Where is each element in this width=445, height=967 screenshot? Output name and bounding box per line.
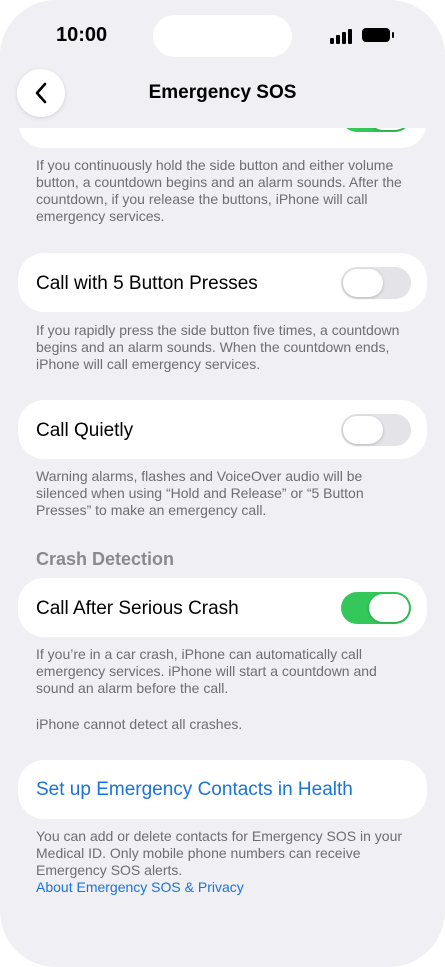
page-title: Emergency SOS bbox=[148, 82, 297, 103]
status-time: 10:00 bbox=[56, 24, 108, 46]
call-quietly-footnote: Warning alarms, flashes and VoiceOver au… bbox=[36, 468, 364, 518]
call-quietly-toggle[interactable] bbox=[341, 414, 411, 446]
crash-detection-toggle[interactable] bbox=[341, 592, 411, 624]
five-presses-label: Call with 5 Button Presses bbox=[36, 273, 258, 294]
crash-detection-disclaimer: iPhone cannot detect all crashes. bbox=[36, 716, 243, 732]
toggle-knob bbox=[369, 594, 409, 622]
dynamic-island bbox=[153, 15, 292, 57]
privacy-link[interactable]: About Emergency SOS & Privacy bbox=[36, 879, 408, 896]
crash-detection-footnote: If you’re in a car crash, iPhone can aut… bbox=[36, 646, 377, 696]
crash-detection-header: Crash Detection bbox=[36, 549, 175, 569]
crash-detection-label: Call After Serious Crash bbox=[36, 598, 239, 619]
five-presses-toggle[interactable] bbox=[341, 267, 411, 299]
cellular-signal-icon bbox=[330, 29, 352, 44]
emergency-contacts-link[interactable]: Set up Emergency Contacts in Health bbox=[36, 779, 353, 801]
five-presses-card[interactable]: Call with 5 Button Presses bbox=[18, 253, 427, 312]
five-presses-footnote: If you rapidly press the side button fiv… bbox=[36, 322, 400, 372]
emergency-contacts-footnote: You can add or delete contacts for Emerg… bbox=[36, 828, 408, 896]
call-quietly-card[interactable]: Call Quietly bbox=[18, 400, 427, 459]
settings-screen: 10:00 Emergency SOS If you continuously … bbox=[0, 0, 445, 967]
toggle-knob bbox=[343, 416, 383, 444]
emergency-contacts-card[interactable]: Set up Emergency Contacts in Health bbox=[18, 760, 427, 819]
call-quietly-label: Call Quietly bbox=[36, 420, 134, 441]
battery-icon bbox=[362, 28, 394, 42]
crash-detection-card[interactable]: Call After Serious Crash bbox=[18, 578, 427, 637]
hold-release-footnote: If you continuously hold the side button… bbox=[36, 157, 402, 224]
toggle-knob bbox=[343, 269, 383, 297]
emergency-contacts-footnote-text: You can add or delete contacts for Emerg… bbox=[36, 828, 403, 878]
